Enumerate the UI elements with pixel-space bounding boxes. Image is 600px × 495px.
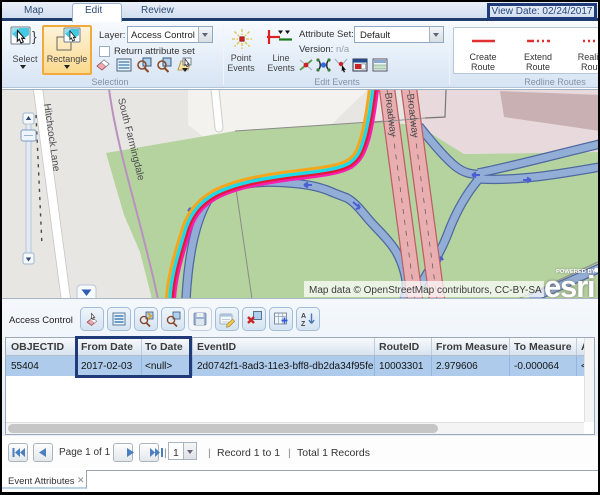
svg-text:Map data © OpenStreetMap contr: Map data © OpenStreetMap contributors, C…	[309, 285, 542, 296]
svg-text:Z: Z	[301, 321, 306, 328]
svg-text:}: }	[32, 28, 37, 44]
svg-text:A: A	[301, 313, 306, 320]
svg-text:esri: esri	[544, 269, 594, 299]
